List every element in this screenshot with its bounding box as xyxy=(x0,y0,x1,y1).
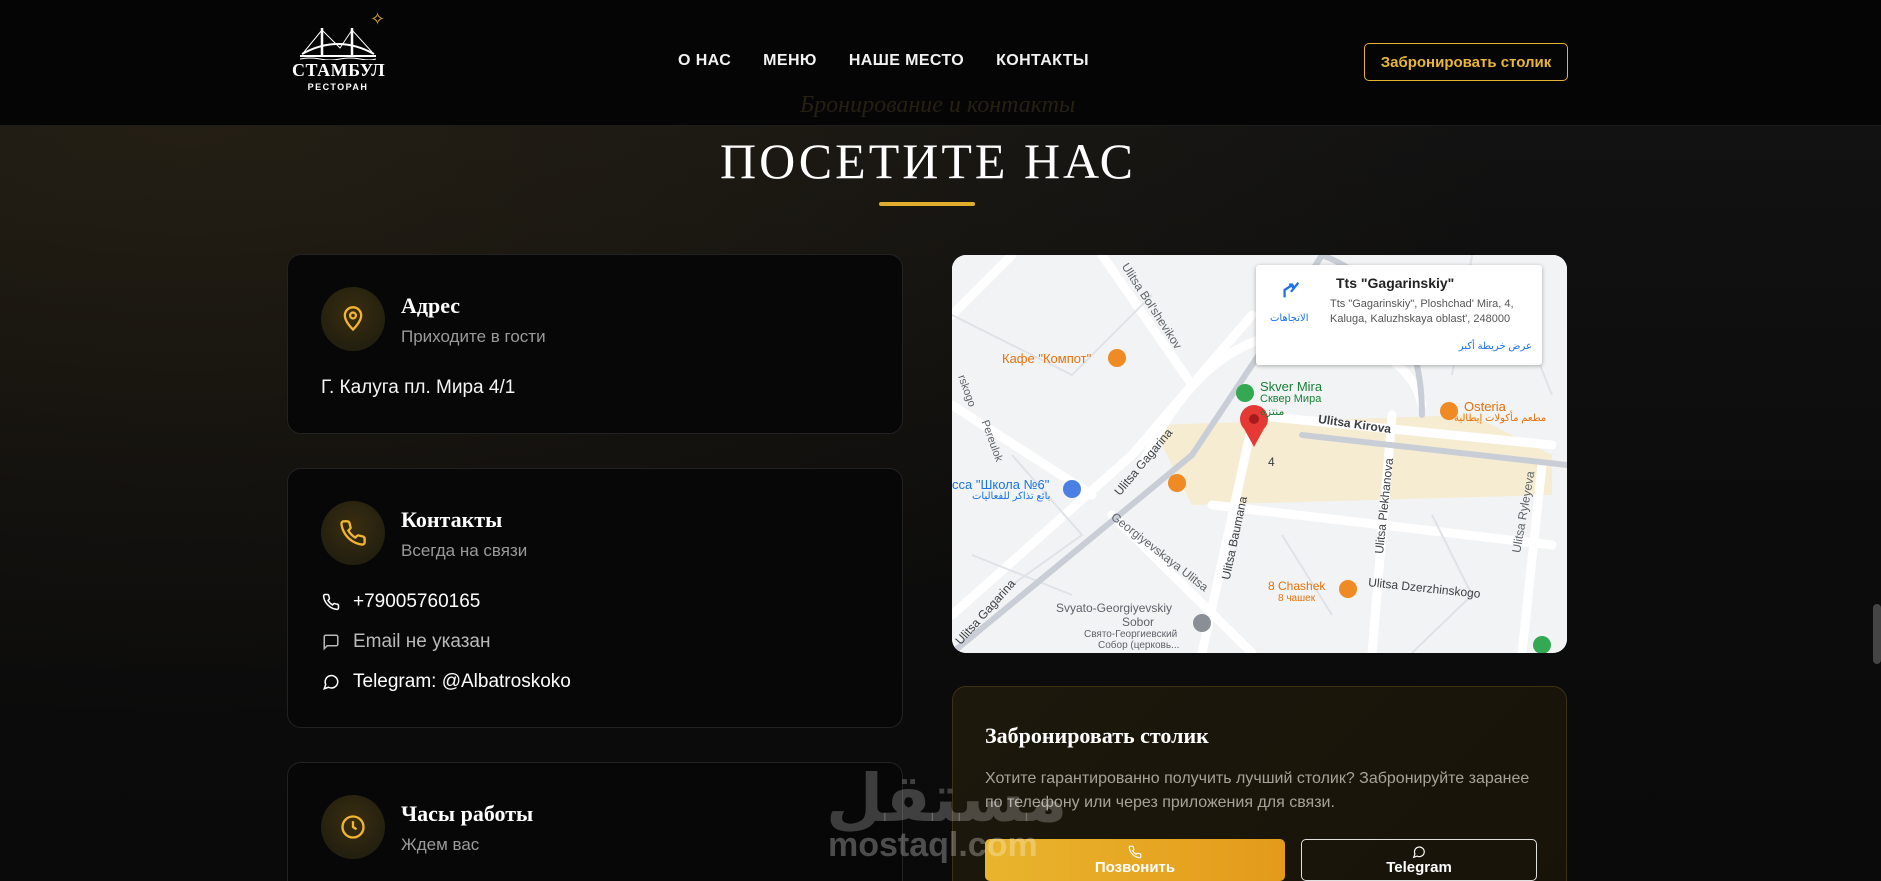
section-ghost-text: Бронирование и контакты xyxy=(800,92,1076,118)
main-nav: О НАС МЕНЮ НАШЕ МЕСТО КОНТАКТЫ xyxy=(678,52,1089,70)
email-text: Email не указан xyxy=(353,631,491,652)
map-label-sobor-ru-2: Собор (церковь... xyxy=(1098,640,1180,651)
address-text: Г. Калуга пл. Мира 4/1 xyxy=(321,377,516,398)
nav-menu[interactable]: МЕНЮ xyxy=(763,52,817,70)
map-label-sobor-2: Sobor xyxy=(1122,615,1155,629)
nav-about[interactable]: О НАС xyxy=(678,52,731,70)
map-label-chashek-ru: 8 чашек xyxy=(1278,593,1316,604)
map-label-skver-ar: منتزه xyxy=(1260,406,1285,418)
map-label-osteria: Osteria xyxy=(1464,399,1506,414)
map-label-chashek: 8 Chashek xyxy=(1268,579,1326,593)
telegram-text: Telegram: @Albatroskoko xyxy=(353,671,571,692)
email-row: Email не указан xyxy=(321,631,490,653)
nav-contacts[interactable]: КОНТАКТЫ xyxy=(996,52,1089,70)
contacts-title: Контакты xyxy=(401,507,503,532)
watermark-url: mostaql.com xyxy=(828,826,1038,864)
logo-name: СТАМБУЛ xyxy=(292,60,386,80)
nav-place[interactable]: НАШЕ МЕСТО xyxy=(849,52,964,70)
map-label-sobor: Svyato-Georgiyevskiy xyxy=(1056,601,1173,615)
contacts-card: Контакты Всегда на связи +79005760165 Em… xyxy=(287,468,903,728)
embedded-map[interactable]: Ulitsa Bol'shevikov Кафе "Компот" Skver … xyxy=(952,255,1567,653)
message-circle-icon xyxy=(321,672,341,692)
address-subtitle: Приходите в гости xyxy=(401,327,546,346)
contacts-subtitle: Всегда на связи xyxy=(401,541,528,560)
map-label-number: 4 xyxy=(1268,455,1275,469)
telegram-button[interactable]: Telegram xyxy=(1301,839,1537,881)
hours-subtitle: Ждем вас xyxy=(401,835,480,854)
phone-number: +79005760165 xyxy=(353,591,481,612)
clock-icon xyxy=(321,795,385,859)
map-place-card: الاتجاهات Tts "Gagarinskiy" Tts "Gagarin… xyxy=(1256,265,1542,365)
message-square-icon xyxy=(321,632,341,652)
map-label-osteria-ar: مطعم مأكولات إيطالية xyxy=(1454,413,1547,424)
address-title: Адрес xyxy=(401,293,461,318)
hours-title: Часы работы xyxy=(401,801,534,826)
map-label-shkola-ar: بائع تذاكر للفعاليات xyxy=(972,491,1051,502)
booking-title: Забронировать столик xyxy=(985,723,1209,748)
phone-small-icon xyxy=(321,592,341,612)
map-label-shkola: сса "Школа №6" xyxy=(952,477,1050,492)
address-card: Адрес Приходите в гости Г. Калуга пл. Ми… xyxy=(287,254,903,434)
logo[interactable]: ✧ СТАМБУЛ РЕСТОРАН xyxy=(292,10,388,96)
phone-row[interactable]: +79005760165 xyxy=(321,591,480,613)
logo-subtitle: РЕСТОРАН xyxy=(307,82,369,92)
telegram-button-label: Telegram xyxy=(1386,858,1452,876)
map-label-sobor-ru: Свято-Георгиевский xyxy=(1084,629,1178,640)
larger-map-link[interactable]: عرض خريطة أكبر xyxy=(1459,341,1532,352)
map-label-kompot: Кафе "Компот" xyxy=(1002,351,1092,366)
map-place-address: Tts "Gagarinskiy", Ploshchad' Mira, 4, K… xyxy=(1330,298,1514,325)
telegram-button-icon xyxy=(1412,845,1425,858)
map-label-skver-ru: Сквер Мира xyxy=(1260,393,1322,405)
call-button-label: Позвонить xyxy=(1094,858,1176,876)
book-table-button[interactable]: Забронировать столик xyxy=(1364,43,1568,81)
phone-button-icon xyxy=(1128,845,1142,858)
phone-icon xyxy=(321,501,385,565)
sparkle-icon: ✧ xyxy=(370,9,386,29)
telegram-row[interactable]: Telegram: @Albatroskoko xyxy=(321,671,571,693)
map-label-skver: Skver Mira xyxy=(1260,379,1323,394)
directions-link[interactable]: الاتجاهات xyxy=(1270,313,1309,324)
map-place-title: Tts "Gagarinskiy" xyxy=(1336,275,1455,291)
section-title: ПОСЕТИТЕ НАС xyxy=(719,133,1137,189)
hours-card: Часы работы Ждем вас xyxy=(287,762,903,881)
title-underline xyxy=(879,202,975,206)
bridge-icon xyxy=(300,28,376,60)
booking-text: Хотите гарантированно получить лучший ст… xyxy=(985,770,1530,811)
location-pin-icon xyxy=(321,287,385,351)
scrollbar[interactable] xyxy=(1873,604,1881,664)
